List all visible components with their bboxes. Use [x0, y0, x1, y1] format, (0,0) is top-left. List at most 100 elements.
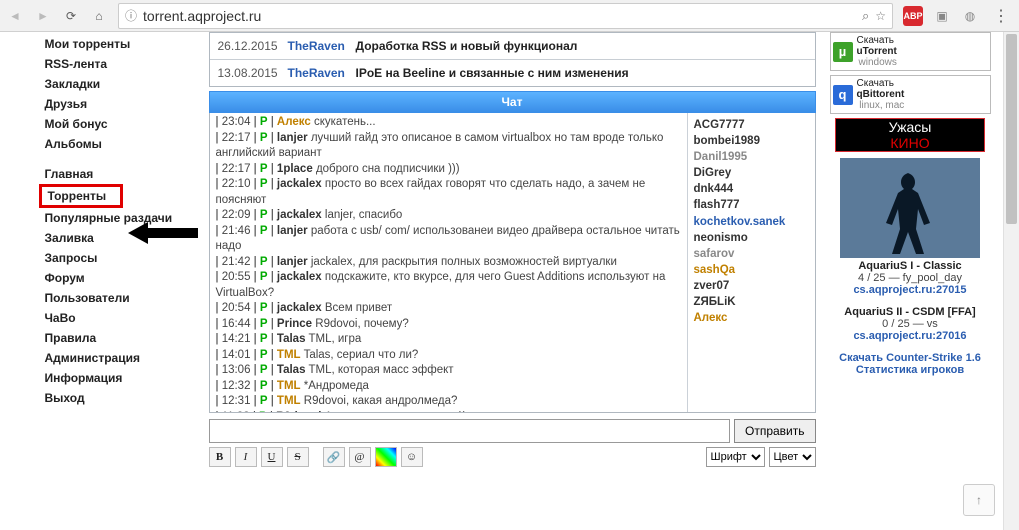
sidebar-item[interactable]: Пользователи: [39, 288, 205, 308]
chat-messages[interactable]: | 23:04 | P | Алекс скукатень... | 22:17 …: [210, 113, 687, 412]
server1-sub: 4 / 25 — fy_pool_day: [830, 272, 991, 284]
news-date: 13.08.2015: [218, 66, 282, 80]
server1-title: AquariuS I - Classic: [830, 260, 991, 272]
chat-user-item[interactable]: dnk444: [694, 181, 809, 197]
sidebar-item[interactable]: RSS-лента: [39, 54, 205, 74]
key-icon[interactable]: ⌕: [862, 8, 869, 24]
qbittorrent-download[interactable]: q Скачать qBittorent linux, mac: [830, 75, 991, 114]
chat-header: Чат: [209, 91, 816, 113]
bookmark-icon[interactable]: ☆: [875, 9, 886, 23]
sidebar-item[interactable]: Запросы: [39, 248, 205, 268]
chat-input-row: Отправить: [209, 419, 816, 443]
sidebar-item-main[interactable]: Главная: [39, 164, 205, 184]
chat-line: | 23:04 | P | Алекс скукатень...: [216, 115, 681, 131]
right-sidebar: µ Скачать uTorrent windows q Скачать qBi…: [820, 32, 995, 376]
news-item[interactable]: 26.12.2015 TheRaven Доработка RSS и новы…: [210, 33, 815, 59]
chat-user-item[interactable]: ACG7777: [694, 117, 809, 133]
chat-user-item[interactable]: bombei1989: [694, 133, 809, 149]
stats-link[interactable]: Статистика игроков: [830, 364, 991, 376]
strike-button[interactable]: S: [287, 447, 309, 467]
news-box: 26.12.2015 TheRaven Доработка RSS и новы…: [209, 32, 816, 87]
server2-link[interactable]: cs.aqproject.ru:27016: [830, 330, 991, 342]
chat-user-item[interactable]: Danil1995: [694, 149, 809, 165]
left-sidebar: Мои торренты RSS-лента Закладки Друзья М…: [15, 32, 205, 408]
sidebar-item[interactable]: Информация: [39, 368, 205, 388]
color-button[interactable]: [375, 447, 397, 467]
cs-server-image[interactable]: [840, 158, 980, 258]
scrollbar-thumb[interactable]: [1006, 34, 1017, 224]
chat-user-item[interactable]: kochetkov.sanek: [694, 214, 809, 230]
news-title: IPoE на Beeline и связанные с ним измене…: [356, 66, 807, 80]
page-scrollbar[interactable]: [1003, 32, 1019, 530]
chat-user-item[interactable]: DiGrey: [694, 165, 809, 181]
chat-user-item[interactable]: sashQa: [694, 262, 809, 278]
address-bar[interactable]: ⓘ torrent.aqproject.ru ⌕ ☆: [118, 3, 893, 29]
home-button[interactable]: ⌂: [90, 7, 108, 25]
qbittorrent-icon: q: [833, 85, 853, 105]
underline-button[interactable]: U: [261, 447, 283, 467]
color-select[interactable]: Цвет: [769, 447, 816, 467]
utorrent-icon: µ: [833, 42, 853, 62]
info-icon: ⓘ: [125, 7, 137, 24]
chat-line: | 13:06 | P | Talas TML, которая масс эф…: [216, 363, 681, 379]
abp-extension-icon[interactable]: ABP: [903, 6, 923, 26]
sidebar-item[interactable]: Форум: [39, 268, 205, 288]
chat-user-item[interactable]: Алекс: [694, 310, 809, 326]
italic-button[interactable]: I: [235, 447, 257, 467]
chat-line: | 22:17 | P | 1place доброго сна подписч…: [216, 162, 681, 178]
browser-menu-icon[interactable]: ⋮: [989, 6, 1013, 26]
chat-line: | 21:42 | P | lanjer jackalex, для раскр…: [216, 255, 681, 271]
sidebar-item[interactable]: Закладки: [39, 74, 205, 94]
sidebar-item-torrents[interactable]: Торренты: [39, 184, 124, 208]
sidebar-item[interactable]: ЧаВо: [39, 308, 205, 328]
chat-user-item[interactable]: safarov: [694, 246, 809, 262]
sidebar-item[interactable]: Администрация: [39, 348, 205, 368]
news-date: 26.12.2015: [218, 39, 282, 53]
download-cs-link[interactable]: Скачать Counter-Strike 1.6: [830, 352, 991, 364]
server1-link[interactable]: cs.aqproject.ru:27015: [830, 284, 991, 296]
news-item[interactable]: 13.08.2015 TheRaven IPoE на Beeline и св…: [210, 59, 815, 86]
sidebar-item[interactable]: Друзья: [39, 94, 205, 114]
at-button[interactable]: @: [349, 447, 371, 467]
utorrent-download[interactable]: µ Скачать uTorrent windows: [830, 32, 991, 71]
chat-line: | 21:46 | P | lanjer работа с usb/ com/ …: [216, 224, 681, 255]
extension-icon[interactable]: ▣: [933, 7, 951, 25]
chat-line: | 14:21 | P | Talas TML, игра: [216, 332, 681, 348]
forward-button[interactable]: ►: [34, 7, 52, 25]
sidebar-item[interactable]: Выход: [39, 388, 205, 408]
font-select[interactable]: Шрифт: [706, 447, 765, 467]
sidebar-item[interactable]: Альбомы: [39, 134, 205, 154]
chat-send-button[interactable]: Отправить: [734, 419, 816, 443]
kino-banner[interactable]: УжасыКИНО: [835, 118, 985, 152]
smiley-button[interactable]: ☺: [401, 447, 423, 467]
bold-button[interactable]: B: [209, 447, 231, 467]
chat-body: | 23:04 | P | Алекс скукатень... | 22:17 …: [209, 113, 816, 413]
sidebar-item[interactable]: Мои торренты: [39, 34, 205, 54]
chat-line: | 16:44 | P | Prince R9dovoi, почему?: [216, 317, 681, 333]
chat-user-item[interactable]: zver07: [694, 278, 809, 294]
reload-button[interactable]: ⟳: [62, 7, 80, 25]
chat-user-item[interactable]: ZЯБLiK: [694, 294, 809, 310]
chat-user-list: ACG7777bombei1989Danil1995DiGreydnk444fl…: [687, 113, 815, 412]
app-icon[interactable]: ◍: [961, 7, 979, 25]
silhouette-icon: [870, 168, 950, 258]
chat-input[interactable]: [209, 419, 730, 443]
chat-toolbar: B I U S 🔗 @ ☺ Шрифт Цвет: [209, 447, 816, 467]
scroll-to-top-button[interactable]: ↑: [963, 484, 995, 516]
chat-line: | 20:55 | P | jackalex подскажите, кто в…: [216, 270, 681, 301]
chat-line: | 22:09 | P | jackalex lanjer, спасибо: [216, 208, 681, 224]
sidebar-item[interactable]: Правила: [39, 328, 205, 348]
sidebar-item[interactable]: Мой бонус: [39, 114, 205, 134]
sidebar-item[interactable]: Заливка: [39, 228, 205, 248]
main-content: 26.12.2015 TheRaven Доработка RSS и новы…: [205, 32, 820, 467]
chat-user-item[interactable]: flash777: [694, 197, 809, 213]
chat-line: | 22:10 | P | jackalex просто во всех га…: [216, 177, 681, 208]
browser-toolbar: ◄ ► ⟳ ⌂ ⓘ torrent.aqproject.ru ⌕ ☆ ABP ▣…: [0, 0, 1019, 32]
link-button[interactable]: 🔗: [323, 447, 345, 467]
news-author: TheRaven: [288, 39, 350, 53]
sidebar-item[interactable]: Популярные раздачи: [39, 208, 205, 228]
chat-user-item[interactable]: neonismo: [694, 230, 809, 246]
chat-line: | 20:54 | P | jackalex Всем привет: [216, 301, 681, 317]
back-button[interactable]: ◄: [6, 7, 24, 25]
chat-line: | 12:32 | P | TML *Андромеда: [216, 379, 681, 395]
